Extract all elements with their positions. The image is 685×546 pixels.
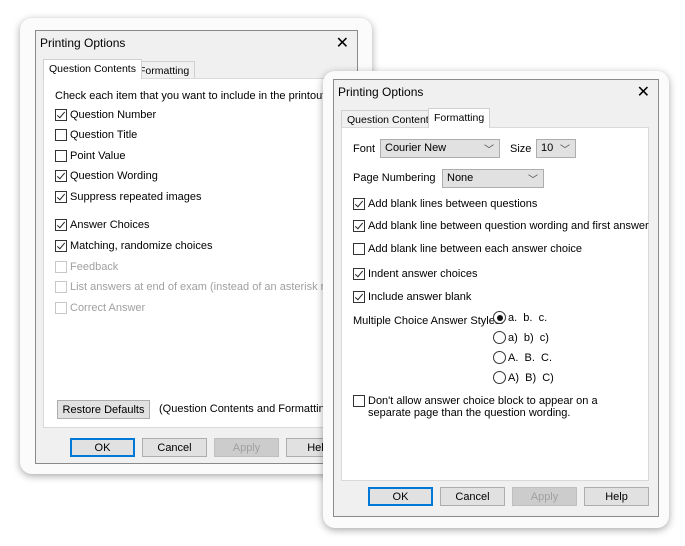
radio-label: a. b. c. <box>508 311 548 324</box>
checkbox-label: Suppress repeated images <box>70 191 202 203</box>
checkbox-checked[interactable] <box>55 170 67 182</box>
option-checkbox[interactable]: Question Wording <box>55 170 158 182</box>
option-checkbox[interactable]: Question Title <box>55 129 137 141</box>
option-checkbox: List answers at end of exam (instead of … <box>55 281 349 293</box>
option-checkbox[interactable]: Suppress repeated images <box>55 191 201 203</box>
checkbox-label: Add blank line between each answer choic… <box>368 243 583 255</box>
checkbox-label: Question Title <box>70 129 138 141</box>
close-icon[interactable]: ✕ <box>637 82 650 102</box>
checkbox[interactable] <box>353 243 365 255</box>
tab-question-contents[interactable]: Question Contents <box>341 110 440 128</box>
checkbox[interactable] <box>353 395 365 407</box>
right-dialog: Printing Options ✕ Question Contents For… <box>333 79 659 517</box>
formatting-panel: Font Courier New ﹀ Size 10 ﹀ Page Numberin… <box>341 127 649 481</box>
checkbox-checked[interactable] <box>55 109 67 121</box>
checkbox-label: Include answer blank <box>368 291 472 303</box>
radio-label: A. B. C. <box>508 351 553 364</box>
checkbox-label: Add blank line between question wording … <box>368 220 649 232</box>
radio-button[interactable] <box>493 351 506 364</box>
checkbox-label: Correct Answer <box>70 302 146 314</box>
checkbox-label: Point Value <box>70 150 126 162</box>
radio-button[interactable] <box>493 371 506 384</box>
chevron-down-icon: ﹀ <box>560 145 570 156</box>
radio-button[interactable] <box>493 331 506 344</box>
block-option-label: Don't allow answer choice block to appea… <box>368 395 598 419</box>
mc-styles-label: Multiple Choice Answer Styles: <box>353 315 504 327</box>
block-option-line2: separate page than the question wording. <box>368 407 571 419</box>
checkbox-label: Add blank lines between questions <box>368 198 538 210</box>
dialog-title: Printing Options <box>338 85 424 99</box>
ok-button[interactable]: OK <box>70 438 135 457</box>
option-checkbox[interactable]: Include answer blank <box>353 291 471 303</box>
mc-style-radio[interactable]: A) B) C) <box>493 371 554 384</box>
size-label: Size <box>510 143 532 155</box>
checkbox-checked[interactable] <box>55 191 67 203</box>
tab-formatting[interactable]: Formatting <box>428 108 491 128</box>
font-value: Courier New <box>385 142 447 154</box>
checkbox-checked[interactable] <box>55 240 67 252</box>
block-option-line1: Don't allow answer choice block to appea… <box>368 395 598 407</box>
checkbox-label: Question Number <box>70 109 157 121</box>
ok-button[interactable]: OK <box>368 487 433 506</box>
font-label: Font <box>353 143 376 155</box>
option-checkbox[interactable]: Answer Choices <box>55 219 149 231</box>
restore-defaults-button[interactable]: Restore Defaults <box>57 400 150 419</box>
option-checkbox[interactable]: Add blank lines between questions <box>353 198 537 210</box>
option-checkbox[interactable]: Question Number <box>55 109 156 121</box>
mc-style-radio[interactable]: a) b) c) <box>493 331 549 344</box>
option-checkbox[interactable]: Indent answer choices <box>353 268 477 280</box>
option-checkbox[interactable]: Add blank line between question wording … <box>353 220 649 232</box>
chevron-down-icon: ﹀ <box>528 175 538 186</box>
checkbox-checked[interactable] <box>353 268 365 280</box>
block-option-checkbox[interactable]: Don't allow answer choice block to appea… <box>353 395 598 419</box>
size-value: 10 <box>541 142 554 154</box>
checkbox <box>55 302 67 314</box>
cancel-button[interactable]: Cancel <box>142 438 207 457</box>
option-checkbox: Correct Answer <box>55 302 145 314</box>
apply-button: Apply <box>214 438 279 457</box>
checkbox[interactable] <box>55 129 67 141</box>
option-checkbox[interactable]: Point Value <box>55 150 125 162</box>
cancel-button[interactable]: Cancel <box>440 487 505 506</box>
radio-button[interactable] <box>493 311 506 324</box>
checkbox <box>55 261 67 273</box>
radio-label: A) B) C) <box>508 371 554 384</box>
checkbox-label: Matching, randomize choices <box>70 240 213 252</box>
checkbox-label: Question Wording <box>70 170 158 182</box>
checkbox-checked[interactable] <box>353 291 365 303</box>
apply-button: Apply <box>512 487 577 506</box>
left-dialog: Printing Options ✕ Question Contents For… <box>35 30 363 464</box>
checkbox <box>55 281 67 293</box>
font-select[interactable]: Courier New ﹀ <box>380 139 500 158</box>
help-button[interactable]: Help <box>584 487 649 506</box>
instruction-text: Check each item that you want to include… <box>55 90 329 102</box>
checkbox-label: Feedback <box>70 261 119 273</box>
option-checkbox[interactable]: Matching, randomize choices <box>55 240 212 252</box>
option-checkbox: Feedback <box>55 261 118 273</box>
restore-note: (Question Contents and Formatting) <box>159 403 335 415</box>
checkbox-label: Answer Choices <box>70 219 150 231</box>
page-numbering-select[interactable]: None ﹀ <box>442 169 544 188</box>
tab-question-contents[interactable]: Question Contents <box>43 59 142 79</box>
option-checkbox[interactable]: Add blank line between each answer choic… <box>353 243 582 255</box>
tab-formatting[interactable]: Formatting <box>133 61 196 79</box>
dialog-title: Printing Options <box>40 36 126 50</box>
chevron-down-icon: ﹀ <box>484 145 494 156</box>
page-numbering-value: None <box>447 172 474 184</box>
checkbox[interactable] <box>55 150 67 162</box>
radio-label: a) b) c) <box>508 331 549 344</box>
checkbox-checked[interactable] <box>55 219 67 231</box>
question-contents-panel: Check each item that you want to include… <box>43 78 363 428</box>
checkbox-checked[interactable] <box>353 198 365 210</box>
checkbox-label: List answers at end of exam (instead of … <box>70 281 349 293</box>
mc-style-radio[interactable]: A. B. C. <box>493 351 552 364</box>
checkbox-checked[interactable] <box>353 220 365 232</box>
close-icon[interactable]: ✕ <box>336 33 349 53</box>
checkbox-label: Indent answer choices <box>368 268 478 280</box>
page-numbering-label: Page Numbering <box>353 172 436 184</box>
mc-style-radio[interactable]: a. b. c. <box>493 311 547 324</box>
size-select[interactable]: 10 ﹀ <box>536 139 576 158</box>
